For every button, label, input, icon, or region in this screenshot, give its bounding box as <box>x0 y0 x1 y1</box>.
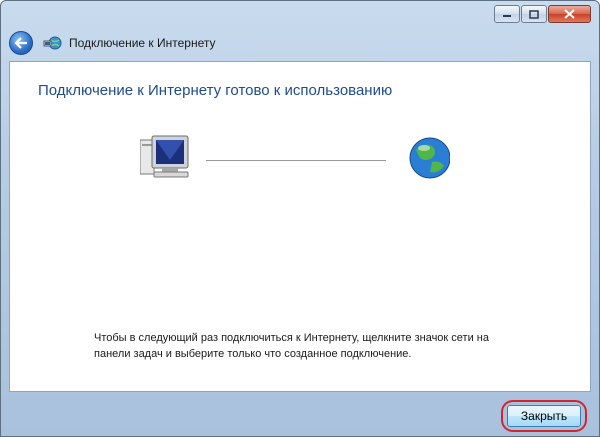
connection-line <box>206 160 386 161</box>
header-row: Подключение к Интернету <box>9 29 591 57</box>
close-icon <box>564 9 575 19</box>
close-button-highlight: Закрыть <box>501 400 587 432</box>
globe-icon <box>409 137 450 179</box>
dialog-window: Подключение к Интернету Подключение к Ин… <box>0 0 600 437</box>
instruction-text: Чтобы в следующий раз подключиться к Инт… <box>94 330 554 362</box>
instruction-line-2: панели задач и выберите только что созда… <box>94 348 412 360</box>
back-arrow-icon <box>14 37 27 49</box>
maximize-icon <box>529 9 539 19</box>
page-heading: Подключение к Интернету готово к использ… <box>38 82 393 99</box>
back-button[interactable] <box>9 31 33 55</box>
instruction-line-1: Чтобы в следующий раз подключиться к Инт… <box>94 332 489 344</box>
window-title: Подключение к Интернету <box>69 36 216 50</box>
connection-diagram <box>140 135 450 179</box>
content-panel: Подключение к Интернету готово к использ… <box>9 61 591 392</box>
close-button[interactable]: Закрыть <box>507 405 581 427</box>
caption-buttons <box>493 5 591 23</box>
computer-icon <box>140 135 189 178</box>
close-window-button[interactable] <box>548 5 591 23</box>
network-connection-icon <box>43 36 62 50</box>
minimize-icon <box>503 15 511 17</box>
maximize-button[interactable] <box>521 5 547 23</box>
minimize-button[interactable] <box>494 5 520 23</box>
footer-bar: Закрыть <box>1 392 599 436</box>
